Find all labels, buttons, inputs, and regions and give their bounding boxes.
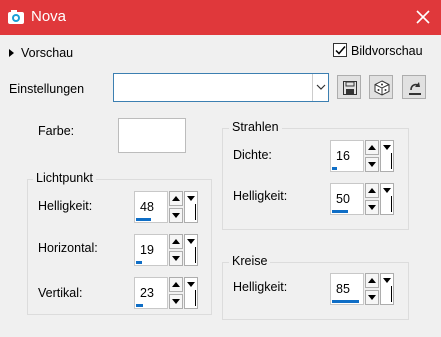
increment-button[interactable] — [169, 191, 183, 206]
value: 16 — [336, 149, 350, 163]
level-bar — [332, 210, 348, 213]
level-bar — [136, 261, 142, 264]
lichtpunkt-helligkeit-label: Helligkeit: — [38, 199, 93, 213]
lichtpunkt-horizontal-spinner[interactable]: 19 — [134, 234, 198, 266]
bildvorschau-checkbox[interactable] — [333, 43, 347, 57]
color-swatch[interactable] — [118, 118, 186, 153]
level-bar — [332, 300, 359, 303]
decrement-button[interactable] — [169, 294, 183, 309]
value: 48 — [140, 200, 154, 214]
level-bar — [332, 167, 337, 170]
reset-button[interactable] — [402, 75, 426, 99]
strahlen-dichte-spinner[interactable]: 16 — [330, 140, 394, 172]
lichtpunkt-vertikal-spinner[interactable]: 23 — [134, 277, 198, 309]
number-field[interactable]: 23 — [134, 277, 168, 309]
slider-dropdown-button[interactable] — [184, 234, 198, 266]
decrement-button[interactable] — [365, 200, 379, 215]
lichtpunkt-vertikal-label: Vertikal: — [38, 286, 83, 300]
close-icon[interactable] — [414, 8, 432, 26]
strahlen-helligkeit-label: Helligkeit: — [233, 189, 288, 203]
value: 23 — [140, 286, 154, 300]
decrement-button[interactable] — [365, 290, 379, 305]
random-button[interactable] — [369, 75, 393, 99]
increment-button[interactable] — [365, 273, 379, 288]
number-field[interactable]: 85 — [330, 273, 364, 305]
number-field[interactable]: 16 — [330, 140, 364, 172]
lichtpunkt-helligkeit-spinner[interactable]: 48 — [134, 191, 198, 223]
value: 85 — [336, 282, 350, 296]
einstellungen-label: Einstellungen — [9, 82, 85, 96]
value: 19 — [140, 243, 154, 257]
slider-dropdown-button[interactable] — [380, 183, 394, 215]
value: 50 — [336, 192, 350, 206]
farbe-label: Farbe: — [38, 124, 75, 138]
strahlen-helligkeit-spinner[interactable]: 50 — [330, 183, 394, 215]
decrement-button[interactable] — [169, 208, 183, 223]
increment-button[interactable] — [169, 234, 183, 249]
level-bar — [136, 304, 143, 307]
chevron-down-icon[interactable] — [312, 74, 328, 101]
camera-icon — [7, 9, 25, 25]
number-field[interactable]: 19 — [134, 234, 168, 266]
preview-toggle[interactable]: Vorschau — [9, 44, 73, 62]
lichtpunkt-horizontal-label: Horizontal: — [38, 241, 98, 255]
decrement-button[interactable] — [365, 157, 379, 172]
title-bar: Nova — [0, 0, 441, 35]
increment-button[interactable] — [169, 277, 183, 292]
preview-label: Vorschau — [21, 46, 74, 60]
kreise-legend: Kreise — [229, 254, 271, 268]
lichtpunkt-legend: Lichtpunkt — [33, 171, 96, 185]
strahlen-dichte-label: Dichte: — [233, 148, 272, 162]
save-preset-button[interactable] — [337, 75, 361, 99]
slider-dropdown-button[interactable] — [380, 140, 394, 172]
window-title: Nova — [31, 8, 67, 25]
settings-dropdown[interactable] — [113, 73, 329, 102]
level-bar — [136, 218, 151, 221]
number-field[interactable]: 48 — [134, 191, 168, 223]
number-field[interactable]: 50 — [330, 183, 364, 215]
bildvorschau-label: Bildvorschau — [351, 44, 423, 58]
kreise-helligkeit-spinner[interactable]: 85 — [330, 273, 394, 305]
strahlen-legend: Strahlen — [229, 120, 282, 134]
slider-dropdown-button[interactable] — [184, 277, 198, 309]
slider-dropdown-button[interactable] — [380, 273, 394, 305]
expand-arrow-icon — [9, 49, 14, 57]
decrement-button[interactable] — [169, 251, 183, 266]
slider-dropdown-button[interactable] — [184, 191, 198, 223]
increment-button[interactable] — [365, 140, 379, 155]
increment-button[interactable] — [365, 183, 379, 198]
kreise-helligkeit-label: Helligkeit: — [233, 280, 288, 294]
